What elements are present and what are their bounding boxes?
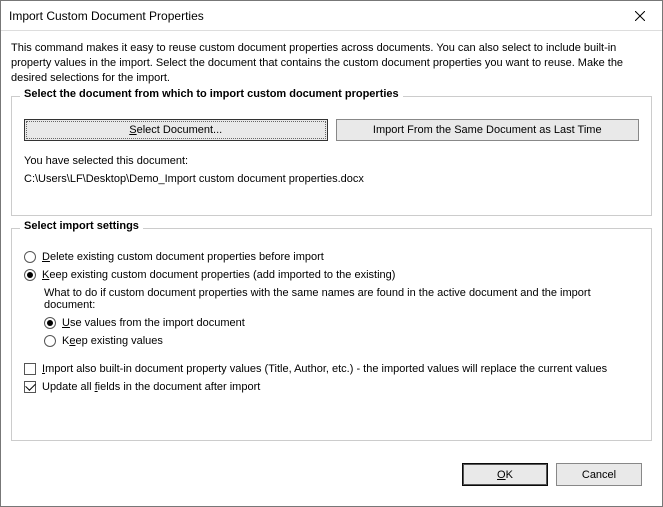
window-title: Import Custom Document Properties (9, 9, 204, 23)
select-document-button[interactable]: Select Document... (24, 119, 328, 141)
selected-document-path: C:\Users\LF\Desktop\Demo_Import custom d… (24, 173, 639, 185)
checkbox-import-builtin[interactable]: Import also built-in document property v… (24, 363, 639, 375)
intro-text: This command makes it easy to reuse cust… (11, 41, 652, 86)
checkbox-builtin-label: Import also built-in document property v… (42, 363, 607, 375)
checkbox-update-fields[interactable]: Update all fields in the document after … (24, 381, 639, 393)
titlebar: Import Custom Document Properties (1, 1, 662, 31)
close-button[interactable] (617, 1, 662, 31)
import-last-button[interactable]: Import From the Same Document as Last Ti… (336, 119, 640, 141)
radio-keep-existing-label: Keep existing values (62, 335, 163, 347)
selected-document-status: You have selected this document: (24, 155, 639, 167)
dialog-body: This command makes it easy to reuse cust… (1, 31, 662, 506)
select-document-label: Select Document... (129, 124, 222, 136)
radio-icon (24, 251, 36, 263)
close-icon (635, 11, 645, 21)
radio-keep-existing-values[interactable]: Keep existing values (44, 335, 639, 347)
import-last-label: Import From the Same Document as Last Ti… (373, 124, 602, 136)
radio-delete-label: Delete existing custom document properti… (42, 251, 324, 263)
group-import-settings: Select import settings Delete existing c… (11, 228, 652, 441)
document-button-row: Select Document... Import From the Same … (24, 119, 639, 141)
cancel-label: Cancel (582, 469, 616, 481)
dialog-footer: OK Cancel (11, 453, 652, 496)
dialog-window: Import Custom Document Properties This c… (0, 0, 663, 507)
group-import-settings-legend: Select import settings (20, 220, 143, 232)
radio-delete-existing[interactable]: Delete existing custom document properti… (24, 251, 639, 263)
ok-label: OK (497, 469, 513, 481)
group-select-document-legend: Select the document from which to import… (20, 88, 403, 100)
ok-button[interactable]: OK (462, 463, 548, 486)
radio-keep-existing[interactable]: Keep existing custom document properties… (24, 269, 639, 281)
radio-icon (44, 317, 56, 329)
radio-use-import-label: Use values from the import document (62, 317, 245, 329)
cancel-button[interactable]: Cancel (556, 463, 642, 486)
conflict-description: What to do if custom document properties… (44, 287, 639, 311)
checkbox-icon (24, 363, 36, 375)
radio-icon (44, 335, 56, 347)
group-select-document: Select the document from which to import… (11, 96, 652, 216)
checkbox-update-label: Update all fields in the document after … (42, 381, 260, 393)
radio-use-import-values[interactable]: Use values from the import document (44, 317, 639, 329)
radio-keep-label: Keep existing custom document properties… (42, 269, 395, 281)
checkbox-icon (24, 381, 36, 393)
radio-icon (24, 269, 36, 281)
